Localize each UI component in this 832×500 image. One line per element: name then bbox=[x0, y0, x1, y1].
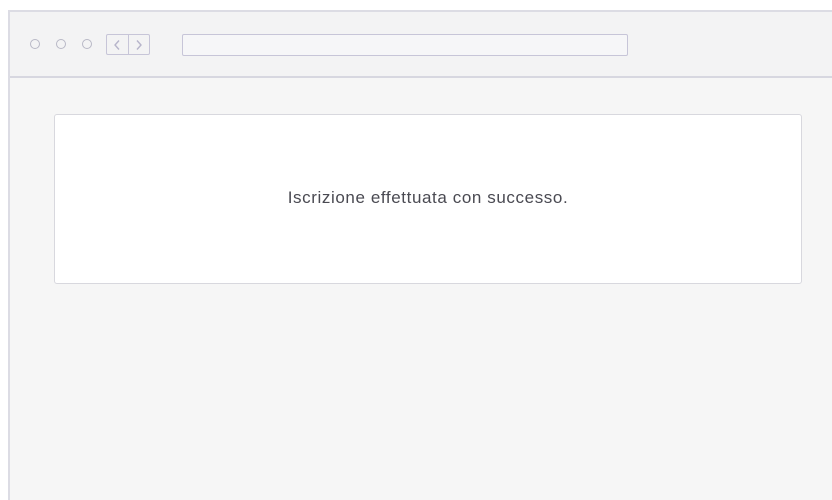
maximize-window-button[interactable] bbox=[82, 39, 92, 49]
navigation-buttons bbox=[106, 34, 150, 55]
chevron-left-icon bbox=[114, 39, 120, 50]
back-button[interactable] bbox=[107, 35, 128, 54]
address-bar[interactable] bbox=[182, 34, 628, 56]
confirmation-card: Iscrizione effettuata con successo. bbox=[54, 114, 802, 284]
success-message: Iscrizione effettuata con successo. bbox=[287, 188, 569, 207]
forward-button[interactable] bbox=[127, 35, 150, 54]
browser-window: Iscrizione effettuata con successo. bbox=[8, 10, 832, 500]
close-window-button[interactable] bbox=[30, 39, 40, 49]
page-content: Iscrizione effettuata con successo. bbox=[10, 78, 832, 500]
browser-toolbar bbox=[10, 12, 832, 78]
minimize-window-button[interactable] bbox=[56, 39, 66, 49]
chevron-right-icon bbox=[136, 39, 142, 50]
